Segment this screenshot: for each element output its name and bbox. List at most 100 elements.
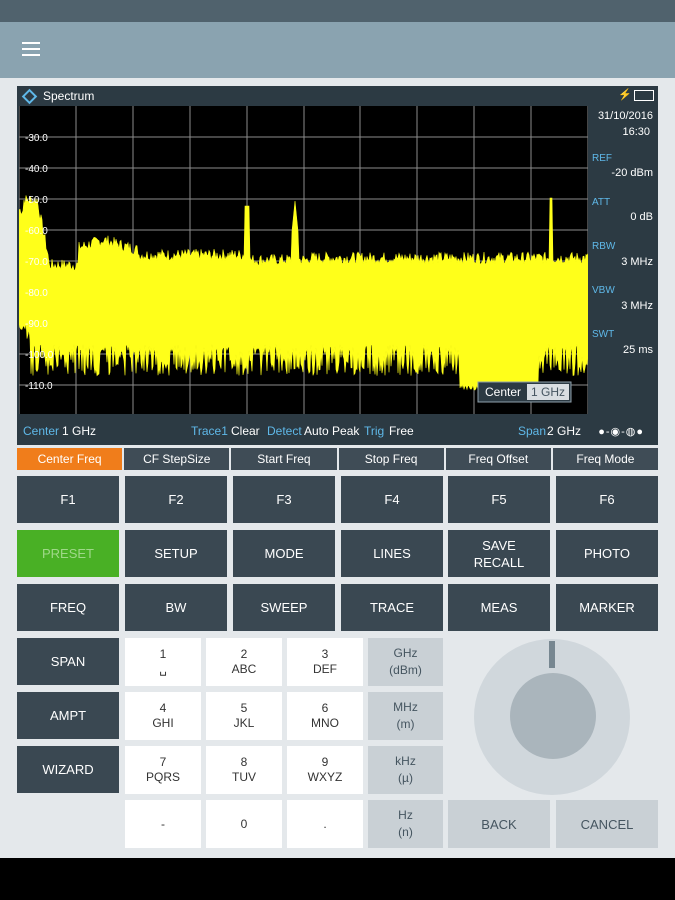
bw-button[interactable]: BW — [125, 584, 227, 631]
instrument-titlebar: Spectrum ⚡ — [17, 86, 658, 106]
fkey-f5[interactable]: F5 — [448, 476, 550, 523]
ref-label: REF — [592, 153, 612, 164]
softkey-center-freq[interactable]: Center Freq — [17, 448, 123, 470]
unit-key-hz[interactable]: Hz (n) — [368, 800, 443, 848]
numpad-key-0[interactable]: 0 — [206, 800, 282, 848]
detect-value[interactable]: Auto Peak — [304, 424, 359, 438]
swt-value[interactable]: 25 ms — [623, 344, 653, 356]
ref-value[interactable]: -20 dBm — [611, 167, 653, 179]
fkey-f1[interactable]: F1 — [17, 476, 119, 523]
numpad-key-3[interactable]: 3 DEF — [287, 638, 363, 686]
numpad-key-6[interactable]: 6 MNO — [287, 692, 363, 740]
battery-icon — [634, 90, 654, 101]
key-letters: DEF — [313, 662, 337, 676]
numpad-key-4[interactable]: 4 GHI — [125, 692, 201, 740]
wizard-button[interactable]: WIZARD — [17, 746, 119, 793]
softkey-bar: Center Freq CF StepSize Start Freq Stop Fre… — [17, 448, 659, 470]
meas-button[interactable]: MEAS — [448, 584, 550, 631]
numpad-key-7[interactable]: 7 PQRS — [125, 746, 201, 794]
y-tick-label: -80.0 — [25, 288, 48, 299]
numpad-key-minus[interactable]: - — [125, 800, 201, 848]
rbw-value[interactable]: 3 MHz — [621, 256, 653, 268]
numpad-key-5[interactable]: 5 JKL — [206, 692, 282, 740]
span-value[interactable]: 2 GHz — [547, 424, 581, 438]
marker-box: Center 1 GHz — [477, 381, 572, 403]
rbw-label: RBW — [592, 241, 616, 252]
softkey-freq-offset[interactable]: Freq Offset — [445, 448, 551, 470]
numpad-key-2[interactable]: 2 ABC — [206, 638, 282, 686]
key-letters: JKL — [233, 716, 255, 730]
save-recall-button[interactable]: SAVE RECALL — [448, 530, 550, 577]
instrument-title: Spectrum — [43, 89, 95, 103]
key-letters: WXYZ — [307, 770, 343, 784]
key-digit: 1 — [159, 647, 167, 661]
marker-label: Center — [485, 385, 521, 399]
center-value[interactable]: 1 GHz — [62, 424, 96, 438]
hamburger-icon[interactable] — [22, 42, 40, 56]
bolt-icon: ⚡ — [618, 89, 632, 101]
trace-label: Trace1 — [191, 424, 228, 438]
key-letters: ␣ — [159, 662, 167, 676]
unit-key-khz[interactable]: kHz (µ) — [368, 746, 443, 794]
trace-button[interactable]: TRACE — [341, 584, 443, 631]
key-letters: PQRS — [145, 770, 180, 784]
ampt-button[interactable]: AMPT — [17, 692, 119, 739]
att-value[interactable]: 0 dB — [630, 211, 653, 223]
y-tick-label: -100.0 — [25, 350, 54, 361]
sweep-button[interactable]: SWEEP — [233, 584, 335, 631]
lines-button[interactable]: LINES — [341, 530, 443, 577]
key-digit: 9 — [321, 755, 329, 769]
att-label: ATT — [592, 197, 611, 208]
trig-value[interactable]: Free — [389, 424, 414, 438]
key-digit: 2 — [240, 647, 248, 661]
softkey-freq-mode[interactable]: Freq Mode — [552, 448, 659, 470]
knob-center[interactable] — [510, 673, 596, 759]
fkey-f4[interactable]: F4 — [341, 476, 443, 523]
status-bar — [0, 0, 675, 22]
softkey-stop-freq[interactable]: Stop Freq — [338, 448, 444, 470]
rotary-knob[interactable] — [474, 639, 630, 795]
key-digit: 3 — [321, 647, 329, 661]
navigation-bar — [0, 858, 675, 900]
numpad-key-dot[interactable]: . — [287, 800, 363, 848]
unit-key-ghz[interactable]: GHz (dBm) — [368, 638, 443, 686]
y-tick-label: -110.0 — [25, 381, 53, 392]
vbw-value[interactable]: 3 MHz — [621, 300, 653, 312]
spectrum-plot[interactable]: -30.0 -40.0 -50.0 -60.0 -70.0 -80.0 -90.0 -100.… — [19, 106, 588, 414]
numpad-key-9[interactable]: 9 WXYZ — [287, 746, 363, 794]
setup-button[interactable]: SETUP — [125, 530, 227, 577]
cancel-button[interactable]: CANCEL — [556, 800, 658, 848]
marker-value: 1 GHz — [531, 385, 565, 399]
y-tick-label: -90.0 — [25, 319, 48, 330]
spectrum-svg: -30.0 -40.0 -50.0 -60.0 -70.0 -80.0 -90.0 -100.… — [19, 106, 588, 414]
y-tick-label: -30.0 — [25, 133, 48, 144]
date-readout: 31/10/2016 — [597, 110, 653, 122]
photo-button[interactable]: PHOTO — [556, 530, 658, 577]
key-digit: - — [161, 816, 165, 831]
back-button[interactable]: BACK — [448, 800, 550, 848]
unit-key-mhz[interactable]: MHz (m) — [368, 692, 443, 740]
y-tick-label: -50.0 — [25, 195, 48, 206]
key-digit: 7 — [159, 755, 167, 769]
center-label: Center — [23, 424, 60, 438]
numpad-key-8[interactable]: 8 TUV — [206, 746, 282, 794]
marker-button[interactable]: MARKER — [556, 584, 658, 631]
mode-button[interactable]: MODE — [233, 530, 335, 577]
instrument-footer: Center 1 GHz Trace1 Clear Detect Auto Pe… — [17, 421, 658, 441]
numpad-key-1[interactable]: 1 ␣ — [125, 638, 201, 686]
lock-icon[interactable]: ●-◉-◍● — [598, 425, 644, 438]
softkey-start-freq[interactable]: Start Freq — [231, 448, 337, 470]
softkey-cf-stepsize[interactable]: CF StepSize — [124, 448, 230, 470]
key-digit: . — [323, 816, 327, 831]
freq-button[interactable]: FREQ — [17, 584, 119, 631]
trace-value[interactable]: Clear — [231, 424, 260, 438]
fkey-f6[interactable]: F6 — [556, 476, 658, 523]
key-digit: 0 — [240, 816, 248, 831]
fkey-f3[interactable]: F3 — [233, 476, 335, 523]
span-button[interactable]: SPAN — [17, 638, 119, 685]
y-tick-label: -70.0 — [25, 257, 48, 268]
fkey-f2[interactable]: F2 — [125, 476, 227, 523]
spectrum-icon — [21, 88, 38, 105]
knob-indicator — [549, 641, 555, 668]
preset-button[interactable]: PRESET — [17, 530, 119, 577]
